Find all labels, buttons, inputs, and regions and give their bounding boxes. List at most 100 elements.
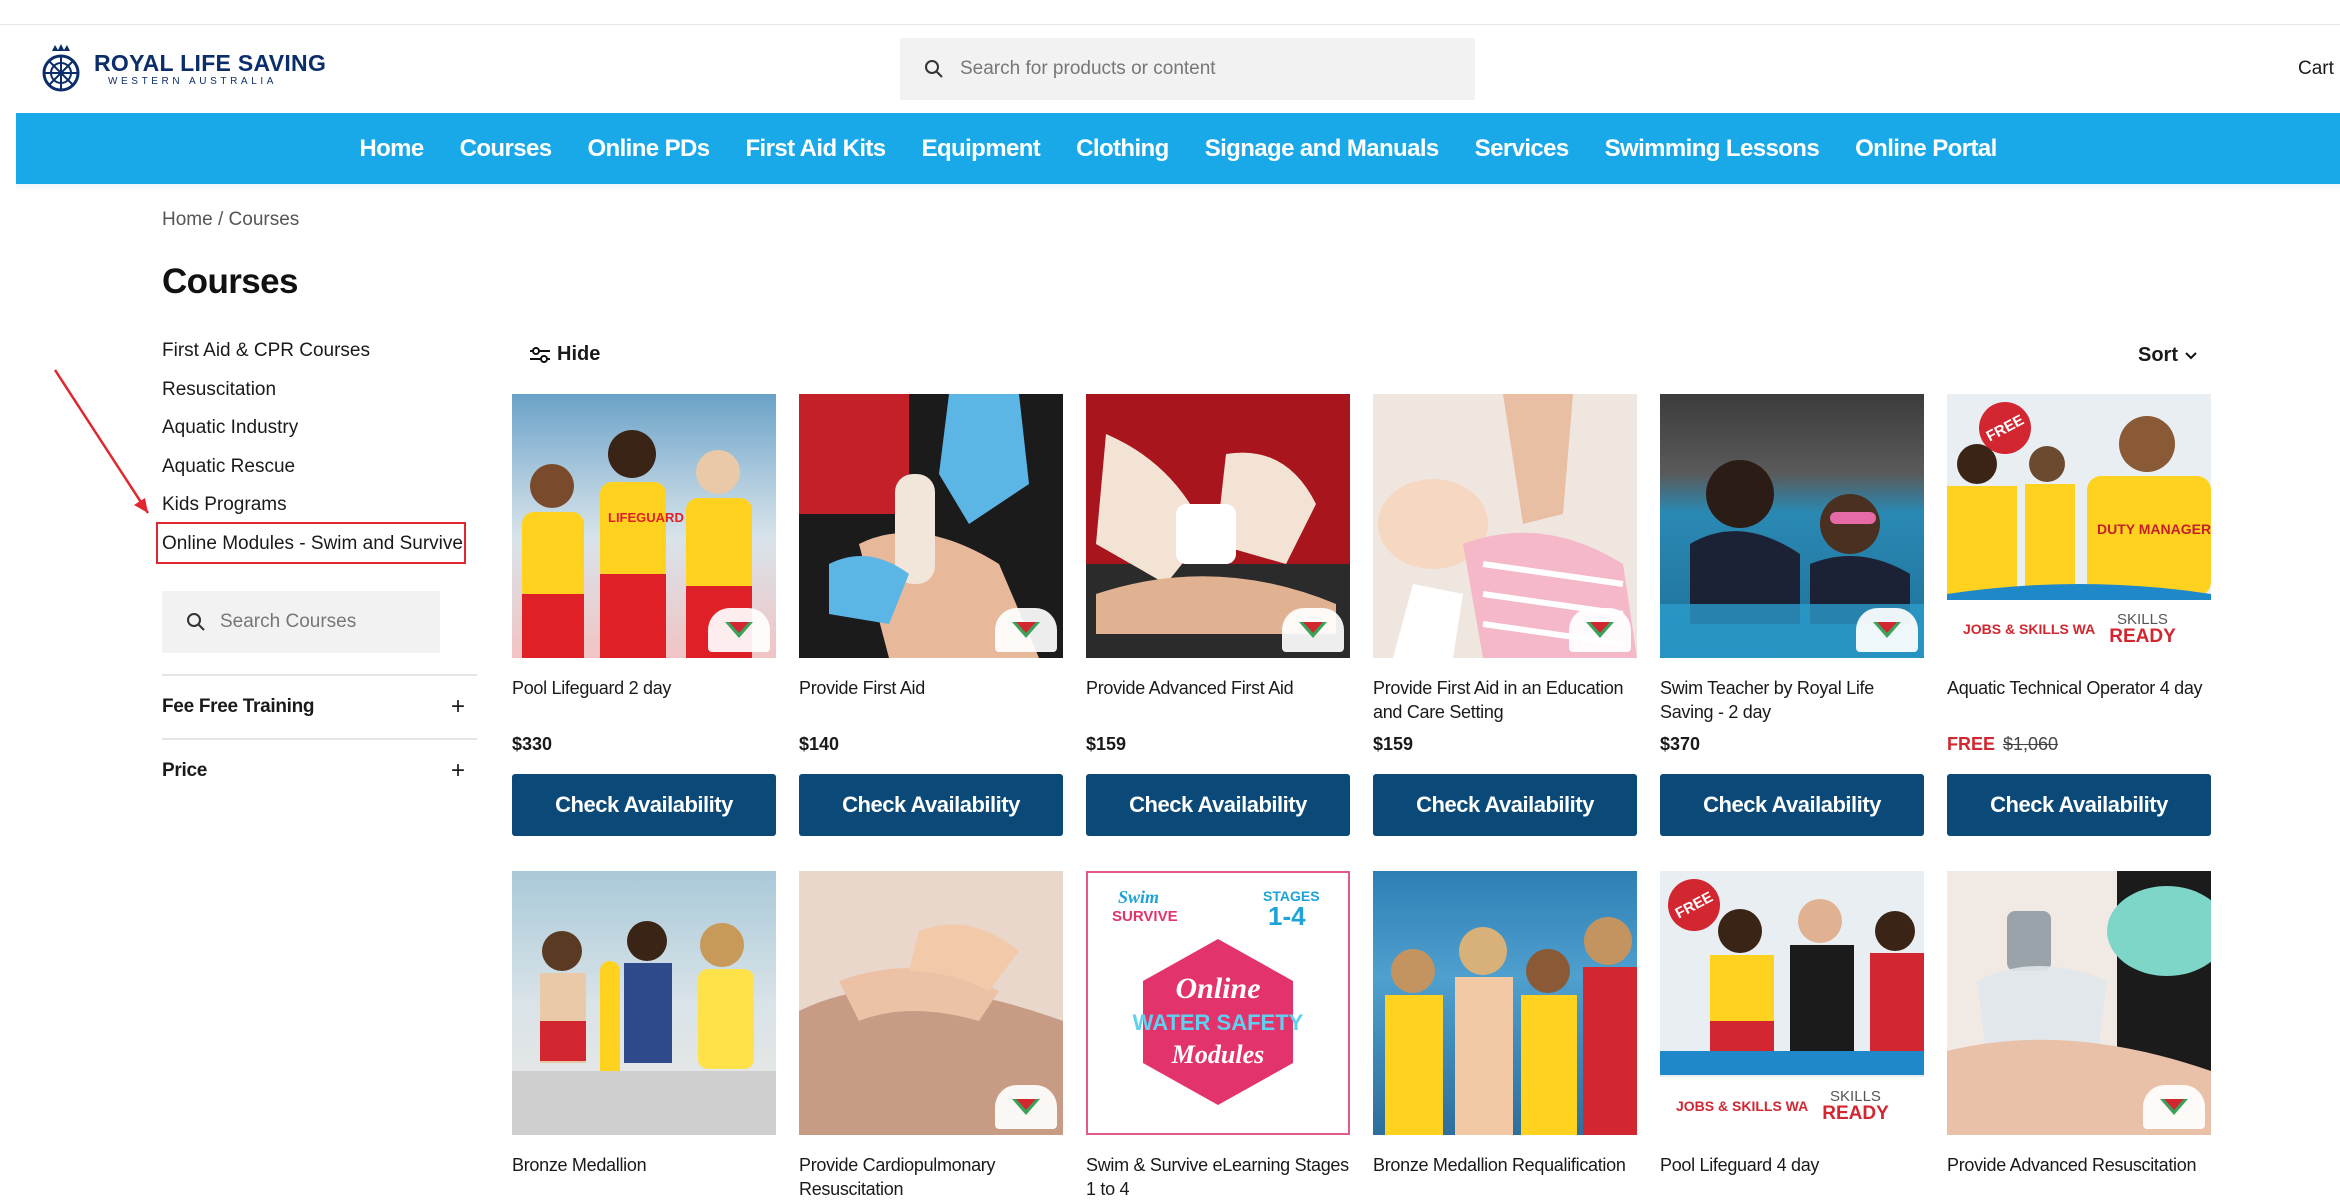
product-price: $159	[1373, 734, 1414, 754]
product-image-advanced-resuscitation[interactable]	[1947, 871, 2211, 1135]
category-online-modules[interactable]: Online Modules - Swim and Survive	[156, 521, 477, 568]
product-image-pool-lifeguard[interactable]: LIFEGUARD	[512, 394, 776, 658]
nav-item-services[interactable]: Services	[1457, 135, 1587, 163]
site-logo[interactable]: ROYAL LIFE SAVING WESTERN AUSTRALIA	[38, 41, 326, 97]
duty-manager-text: DUTY MANAGER	[2097, 521, 2211, 537]
product-price: $159	[1086, 734, 1127, 754]
product-name[interactable]: Provide Advanced Resuscitation	[1947, 1153, 2211, 1177]
product-card: Swim SURVIVE STAGES 1-4 Online WATER SAF…	[1086, 871, 1350, 1201]
product-name[interactable]: Provide First Aid in an Education and Ca…	[1373, 676, 1637, 724]
product-name[interactable]: Swim & Survive eLearning Stages 1 to 4	[1086, 1153, 1350, 1201]
sidebar: First Aid & CPR Courses Resuscitation Aq…	[156, 336, 477, 784]
nav-item-online-pds[interactable]: Online PDs	[569, 135, 727, 163]
product-card: Provide First Aid $140 Check Availabilit…	[799, 394, 1063, 836]
product-card: Provide Cardiopulmonary Resuscitation	[799, 871, 1063, 1201]
category-list: First Aid & CPR Courses Resuscitation Aq…	[156, 336, 477, 568]
original-price: $1,060	[2003, 734, 2059, 754]
government-logo	[2143, 1085, 2205, 1129]
check-availability-button[interactable]: Check Availability	[1373, 774, 1637, 836]
product-price: FREE $1,060	[1947, 734, 2211, 760]
product-name[interactable]: Provide Cardiopulmonary Resuscitation	[799, 1153, 1063, 1201]
stages-number: 1-4	[1268, 901, 1306, 931]
highlight-box	[156, 521, 466, 564]
category-aquatic-rescue[interactable]: Aquatic Rescue	[162, 452, 477, 491]
bronze-medallion-illustration	[512, 921, 776, 1135]
online-text: Online	[1175, 972, 1260, 1005]
product-image-cpr[interactable]	[799, 871, 1063, 1135]
product-name[interactable]: Bronze Medallion	[512, 1153, 776, 1177]
product-name[interactable]: Provide First Aid	[799, 676, 1063, 724]
filter-fee-free-training[interactable]: Fee Free Training +	[162, 674, 477, 738]
product-image-advanced-first-aid[interactable]	[1086, 394, 1350, 658]
cart-link[interactable]: Cart	[2298, 58, 2340, 80]
skills-ready-logo: SKILLS READY	[2109, 612, 2176, 646]
product-name[interactable]: Aquatic Technical Operator 4 day	[1947, 676, 2211, 724]
product-price: $140	[799, 734, 840, 754]
check-availability-button[interactable]: Check Availability	[1086, 774, 1350, 836]
category-first-aid-cpr[interactable]: First Aid & CPR Courses	[162, 336, 477, 375]
check-availability-button[interactable]: Check Availability	[799, 774, 1063, 836]
product-image-aquatic-technical-operator[interactable]: DUTY MANAGER FREE JOBS & SKILLS WA SKILL…	[1947, 394, 2211, 658]
product-image-bronze-requalification[interactable]	[1373, 871, 1637, 1135]
category-resuscitation[interactable]: Resuscitation	[162, 375, 477, 414]
product-price: $330	[512, 734, 553, 754]
product-card: Provide Advanced Resuscitation	[1947, 871, 2211, 1177]
modules-text: Modules	[1171, 1040, 1264, 1069]
swim-text: Swim	[1118, 887, 1159, 907]
logo-title: ROYAL LIFE SAVING	[94, 49, 327, 76]
product-image-bronze-medallion[interactable]	[512, 871, 776, 1135]
nav-item-equipment[interactable]: Equipment	[904, 135, 1059, 163]
product-card: Swim Teacher by Royal Life Saving - 2 da…	[1660, 394, 1924, 836]
jobs-skills-banner: JOBS & SKILLS WA SKILLS READY	[1947, 600, 2211, 658]
check-availability-button[interactable]: Check Availability	[512, 774, 776, 836]
product-card: DUTY MANAGER FREE JOBS & SKILLS WA SKILL…	[1947, 394, 2211, 836]
product-name[interactable]: Bronze Medallion Requalification	[1373, 1153, 1637, 1177]
nav-item-swimming-lessons[interactable]: Swimming Lessons	[1587, 135, 1837, 163]
annotation-arrow	[53, 369, 150, 514]
sliders-icon	[530, 346, 550, 363]
product-name[interactable]: Provide Advanced First Aid	[1086, 676, 1350, 724]
nav-item-courses[interactable]: Courses	[442, 135, 570, 163]
nav-item-home[interactable]: Home	[341, 135, 441, 163]
check-availability-button[interactable]: Check Availability	[1947, 774, 2211, 836]
product-image-education-care[interactable]	[1373, 394, 1637, 658]
product-card: Bronze Medallion	[512, 871, 776, 1177]
breadcrumb-home[interactable]: Home	[162, 209, 213, 230]
product-name[interactable]: Pool Lifeguard 2 day	[512, 676, 776, 724]
product-name[interactable]: Pool Lifeguard 4 day	[1660, 1153, 1924, 1177]
hide-label: Hide	[557, 343, 601, 365]
hide-filters-button[interactable]: Hide	[529, 343, 600, 366]
product-image-pool-lifeguard-4-day[interactable]: FREE JOBS & SKILLS WA SKILLS READY	[1660, 871, 1924, 1135]
nav-item-clothing[interactable]: Clothing	[1058, 135, 1187, 163]
nav-shadow	[16, 184, 2340, 192]
product-image-first-aid[interactable]	[799, 394, 1063, 658]
breadcrumb-current: Courses	[228, 209, 300, 230]
plus-icon: +	[450, 757, 465, 784]
search-icon	[187, 613, 205, 631]
jobs-skills-banner: JOBS & SKILLS WA SKILLS READY	[1660, 1077, 1924, 1135]
product-name[interactable]: Swim Teacher by Royal Life Saving - 2 da…	[1660, 676, 1924, 724]
teens-illustration	[1385, 917, 1637, 1135]
jobs-skills-wa-logo: JOBS & SKILLS WA	[1963, 621, 2096, 637]
product-card: Provide First Aid in an Education and Ca…	[1373, 394, 1637, 836]
plus-icon: +	[450, 693, 465, 720]
check-availability-button[interactable]: Check Availability	[1660, 774, 1924, 836]
course-search-input[interactable]	[218, 610, 422, 634]
nav-item-online-portal[interactable]: Online Portal	[1837, 135, 2015, 163]
product-image-swim-survive[interactable]: Swim SURVIVE STAGES 1-4 Online WATER SAF…	[1086, 871, 1350, 1135]
filter-price[interactable]: Price +	[162, 738, 477, 802]
course-search[interactable]	[162, 591, 440, 653]
category-aquatic-industry[interactable]: Aquatic Industry	[162, 413, 477, 452]
government-logo	[1569, 608, 1631, 652]
nav-item-signage[interactable]: Signage and Manuals	[1187, 135, 1457, 163]
logo-subtitle: WESTERN AUSTRALIA	[108, 75, 277, 87]
sort-button[interactable]: Sort	[2138, 344, 2198, 367]
nav-item-first-aid-kits[interactable]: First Aid Kits	[728, 135, 904, 163]
product-image-swim-teacher[interactable]	[1660, 394, 1924, 658]
site-search[interactable]	[900, 38, 1475, 100]
government-logo	[1282, 608, 1344, 652]
site-search-input[interactable]	[958, 57, 1442, 81]
search-icon	[925, 60, 943, 78]
government-logo	[1856, 608, 1918, 652]
skills-ready-logo: SKILLS READY	[1822, 1089, 1889, 1123]
